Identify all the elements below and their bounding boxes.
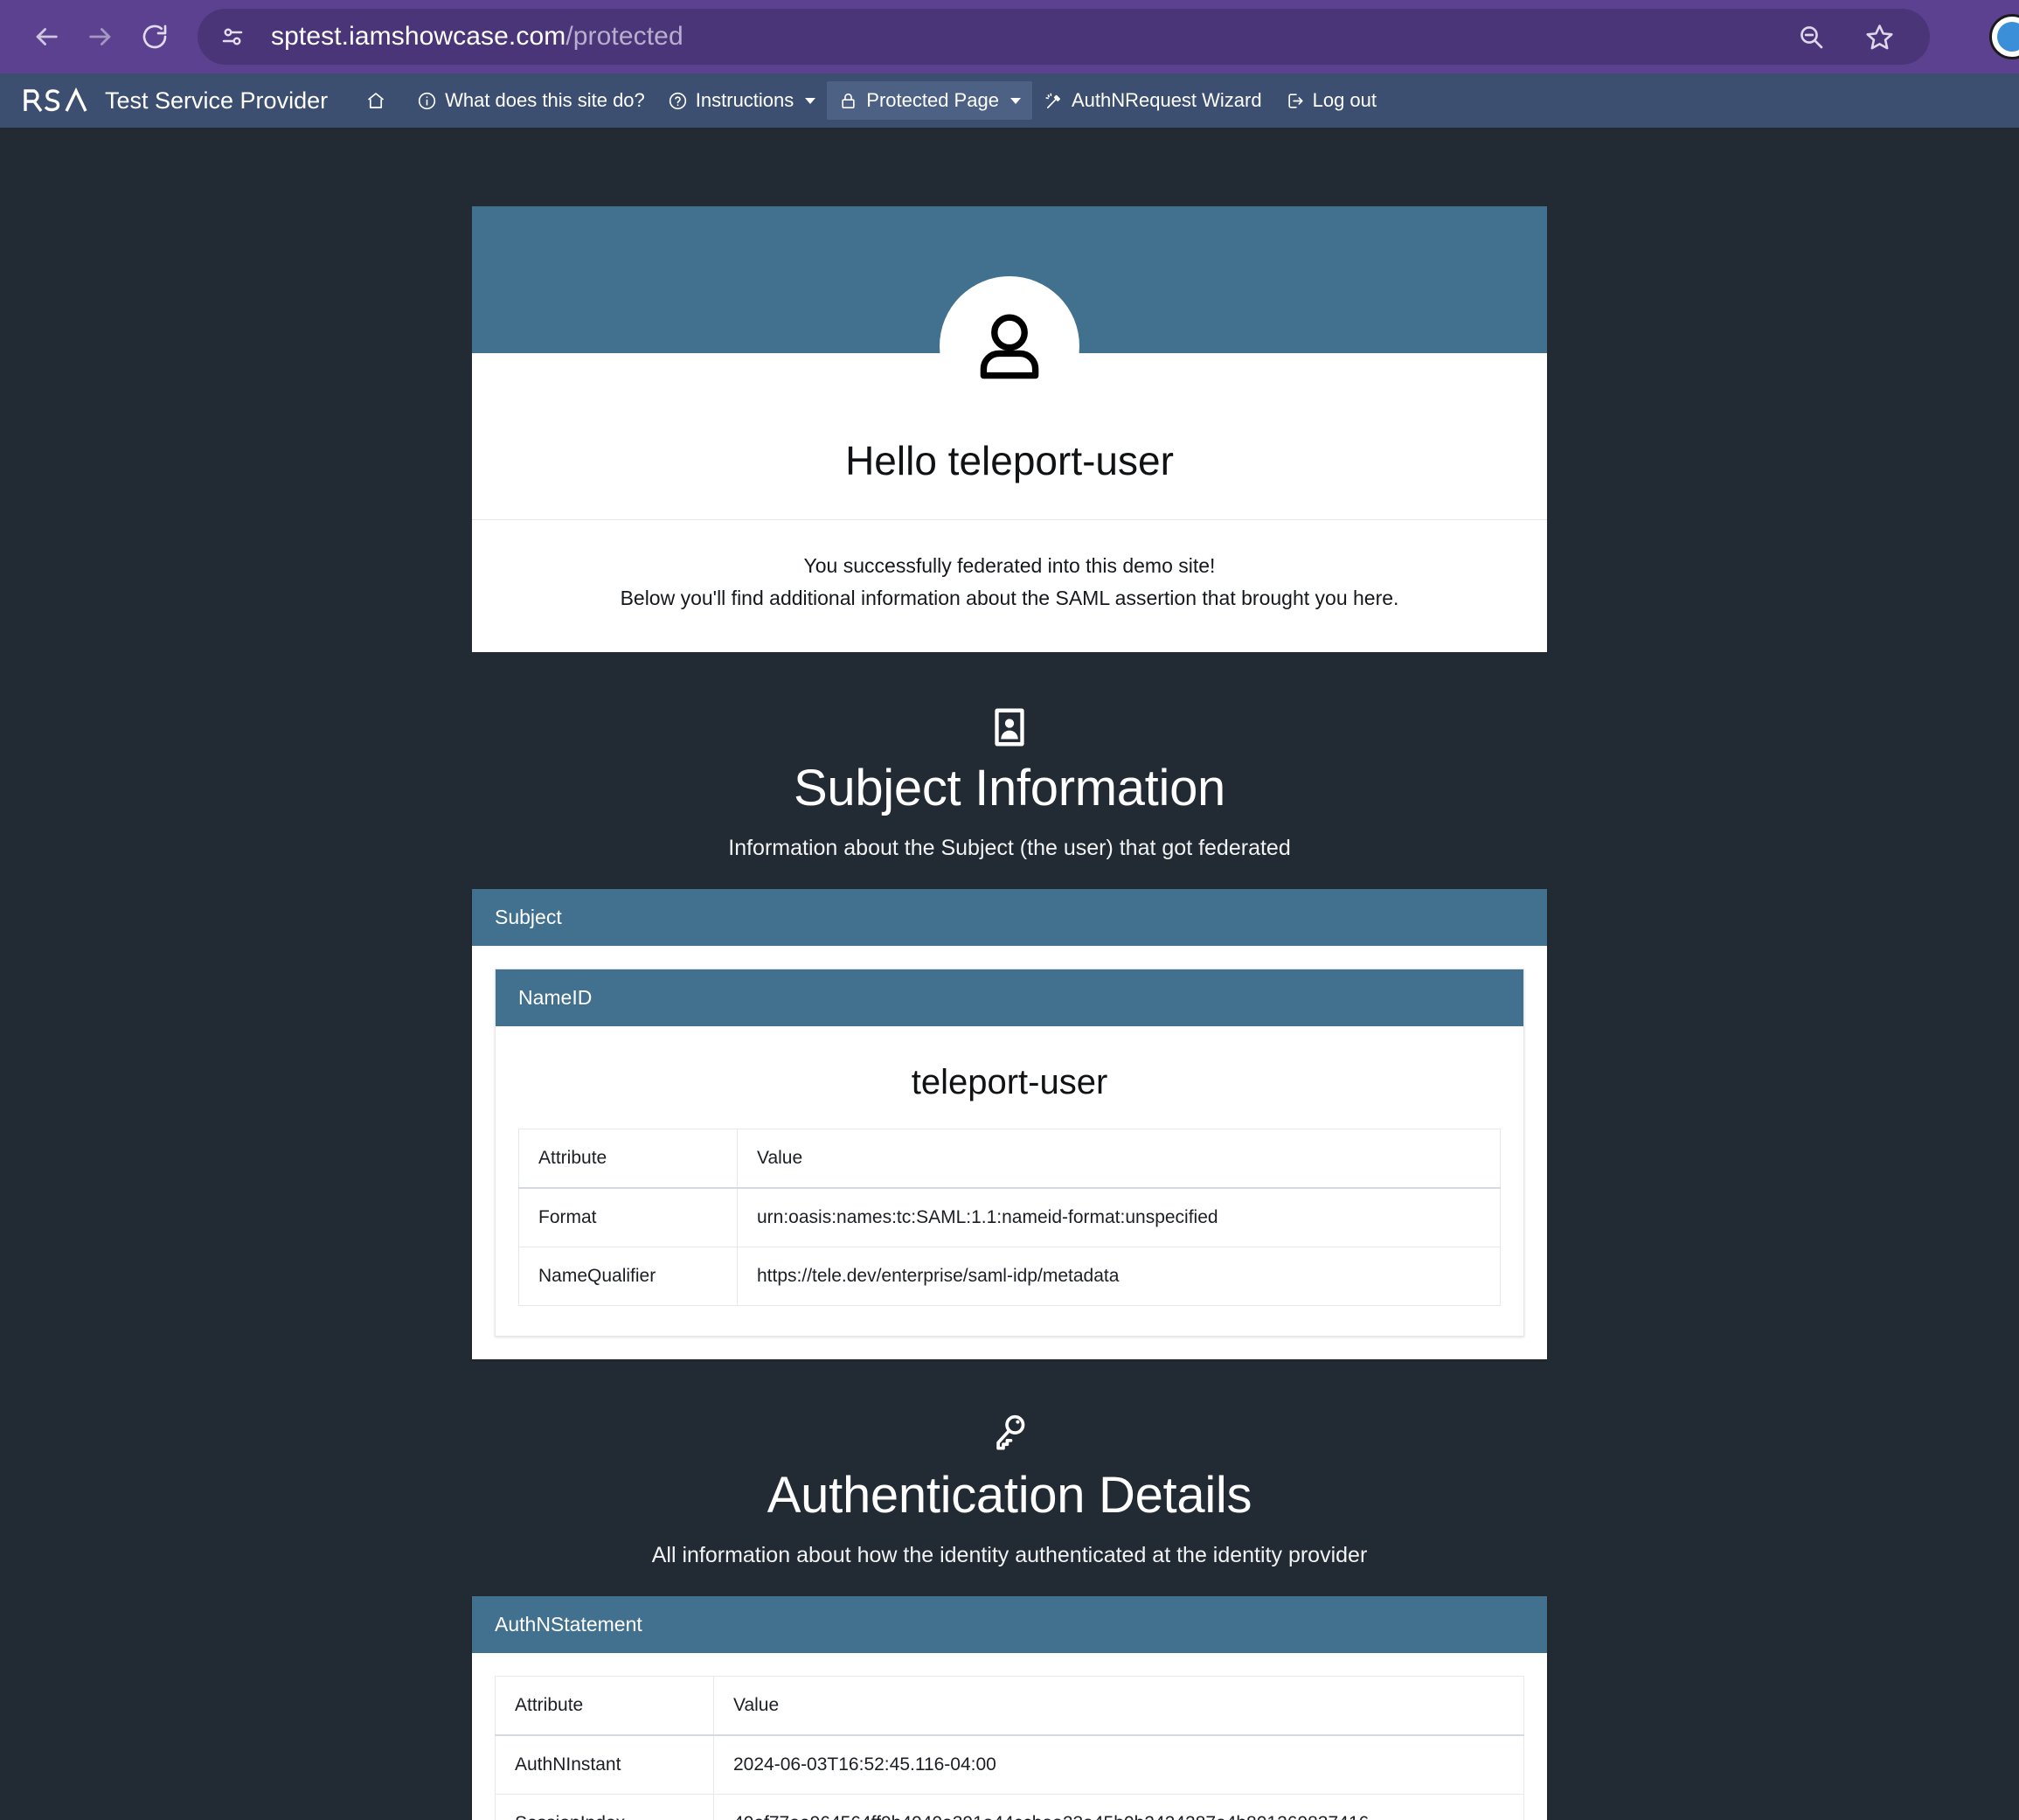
column-header-attribute: Attribute (518, 1128, 738, 1189)
auth-section-title: Authentication Details (767, 1466, 1252, 1524)
reload-button[interactable] (128, 10, 182, 64)
cell-attribute: AuthNInstant (495, 1734, 714, 1796)
table-row: NameQualifier https://tele.dev/enterpris… (518, 1246, 1501, 1306)
welcome-card: Hello teleport-user You successfully fed… (472, 206, 1547, 652)
table-row: Format urn:oasis:names:tc:SAML:1.1:namei… (518, 1187, 1501, 1247)
welcome-message-line-2: Below you'll find additional information… (620, 587, 1399, 610)
authn-table-head: Attribute Value (495, 1676, 1524, 1737)
nav-item-authnrequest-wizard[interactable]: AuthNRequest Wizard (1032, 81, 1273, 120)
nameid-table-head: Attribute Value (518, 1128, 1501, 1189)
welcome-title: Hello teleport-user (845, 438, 1174, 483)
omnibox-actions (1792, 17, 1921, 56)
id-badge-icon (995, 708, 1024, 746)
user-avatar (940, 276, 1079, 416)
auth-section-subtitle: All information about how the identity a… (651, 1543, 1368, 1568)
authnstatement-card: AuthNStatement Attribute Value AuthNInst… (472, 1596, 1547, 1820)
person-icon (980, 314, 1039, 379)
nav-links: What does this site do? Instructions Pro… (354, 81, 1388, 120)
address-bar[interactable]: sptest.iamshowcase.com/protected (198, 9, 1930, 65)
nameid-card-body: Attribute Value Format urn:oasis:names:t… (496, 1128, 1523, 1336)
subject-section-icon-wrap (472, 706, 1547, 748)
nav-item-home[interactable] (354, 82, 406, 119)
column-header-value: Value (713, 1676, 1524, 1737)
welcome-card-body: You successfully federated into this dem… (472, 520, 1547, 652)
logout-icon (1287, 93, 1303, 108)
authnstatement-attributes-table: Attribute Value AuthNInstant 2024-06-03T… (495, 1676, 1524, 1820)
welcome-card-banner (472, 206, 1547, 416)
nav-item-instructions-label: Instructions (695, 89, 794, 111)
zoom-out-button[interactable] (1792, 17, 1830, 56)
auth-section-icon-wrap (472, 1414, 1547, 1455)
nav-item-what-does-this-site-do[interactable]: What does this site do? (406, 81, 656, 120)
site-info-button[interactable] (210, 14, 255, 59)
table-row: SessionIndex 40ef77ee964564ff9b4040a391a… (495, 1794, 1524, 1820)
cell-value: urn:oasis:names:tc:SAML:1.1:nameid-forma… (737, 1187, 1501, 1247)
subject-section-heading: Subject Information Information about th… (472, 652, 1547, 861)
question-circle-icon (669, 92, 686, 109)
nameid-value: teleport-user (911, 1062, 1108, 1101)
nameid-card-header: NameID (496, 969, 1523, 1026)
brand[interactable]: Test Service Provider (23, 87, 328, 115)
cell-value: https://tele.dev/enterprise/saml-idp/met… (737, 1246, 1501, 1306)
subject-card-header: Subject (472, 888, 1547, 946)
home-icon (368, 93, 385, 108)
back-arrow-icon (36, 28, 58, 45)
auth-section-heading: Authentication Details All information a… (472, 1359, 1547, 1568)
authnstatement-card-body: Attribute Value AuthNInstant 2024-06-03T… (472, 1653, 1547, 1820)
nameid-attributes-table: Attribute Value Format urn:oasis:names:t… (518, 1128, 1501, 1306)
brand-text: Test Service Provider (105, 87, 329, 114)
url-host: sptest.iamshowcase.com (271, 22, 566, 51)
star-icon (1865, 24, 1893, 49)
page-content: Hello teleport-user You successfully fed… (0, 128, 2019, 1820)
url-path: /protected (565, 22, 683, 51)
cell-value: 2024-06-03T16:52:45.116-04:00 (713, 1734, 1524, 1796)
nav-item-log-out[interactable]: Log out (1273, 81, 1388, 120)
column-header-value: Value (737, 1128, 1501, 1189)
authn-table-body: AuthNInstant 2024-06-03T16:52:45.116-04:… (495, 1734, 1524, 1820)
reload-icon (142, 24, 167, 49)
table-row: AuthNInstant 2024-06-03T16:52:45.116-04:… (495, 1734, 1524, 1796)
profile-button[interactable] (1989, 14, 2019, 59)
bookmark-button[interactable] (1860, 17, 1898, 56)
nav-item-protected-page-label: Protected Page (866, 89, 999, 111)
chevron-down-icon (1010, 97, 1021, 104)
cell-value: 40ef77ee964564ff9b4040a391a44ccbaa23a45b… (713, 1794, 1524, 1820)
table-header-row: Attribute Value (495, 1676, 1524, 1737)
forward-button[interactable] (73, 10, 128, 64)
subject-section-subtitle: Information about the Subject (the user)… (728, 835, 1291, 860)
cell-attribute: SessionIndex (495, 1794, 714, 1820)
url-text: sptest.iamshowcase.com/protected (271, 22, 683, 52)
subject-card: Subject NameID teleport-user Attribute V… (472, 888, 1547, 1359)
forward-arrow-icon (89, 28, 111, 45)
subject-section-title: Subject Information (793, 759, 1225, 816)
nav-item-instructions[interactable]: Instructions (656, 81, 828, 120)
cell-attribute: Format (518, 1187, 738, 1247)
content-container: Hello teleport-user You successfully fed… (472, 206, 1547, 1820)
nav-item-authnrequest-wizard-label: AuthNRequest Wizard (1071, 89, 1262, 111)
nav-item-log-out-label: Log out (1312, 89, 1377, 111)
nav-item-protected-page[interactable]: Protected Page (827, 81, 1032, 120)
nameid-card: NameID teleport-user Attribute Value For… (495, 968, 1524, 1337)
site-navbar: Test Service Provider What does this sit… (0, 73, 2019, 128)
info-circle-icon (418, 92, 436, 109)
lock-icon (842, 93, 855, 108)
cell-attribute: NameQualifier (518, 1246, 738, 1306)
authnstatement-card-header: AuthNStatement (472, 1596, 1547, 1654)
profile-avatar-icon (1997, 22, 2019, 52)
key-icon (996, 1414, 1025, 1450)
site-settings-icon (222, 28, 243, 45)
zoom-out-icon (1800, 26, 1823, 49)
subject-card-body: NameID teleport-user Attribute Value For… (472, 946, 1547, 1359)
rsa-logo (24, 87, 87, 112)
back-button[interactable] (19, 10, 73, 64)
table-header-row: Attribute Value (518, 1128, 1501, 1189)
magic-wand-icon (1045, 93, 1060, 108)
chevron-down-icon (805, 97, 816, 104)
welcome-message-line-1: You successfully federated into this dem… (803, 554, 1216, 577)
nav-item-what-does-this-site-do-label: What does this site do? (445, 89, 645, 111)
nameid-table-body: Format urn:oasis:names:tc:SAML:1.1:namei… (518, 1187, 1501, 1306)
column-header-attribute: Attribute (495, 1676, 714, 1737)
browser-toolbar: sptest.iamshowcase.com/protected (0, 0, 2019, 73)
